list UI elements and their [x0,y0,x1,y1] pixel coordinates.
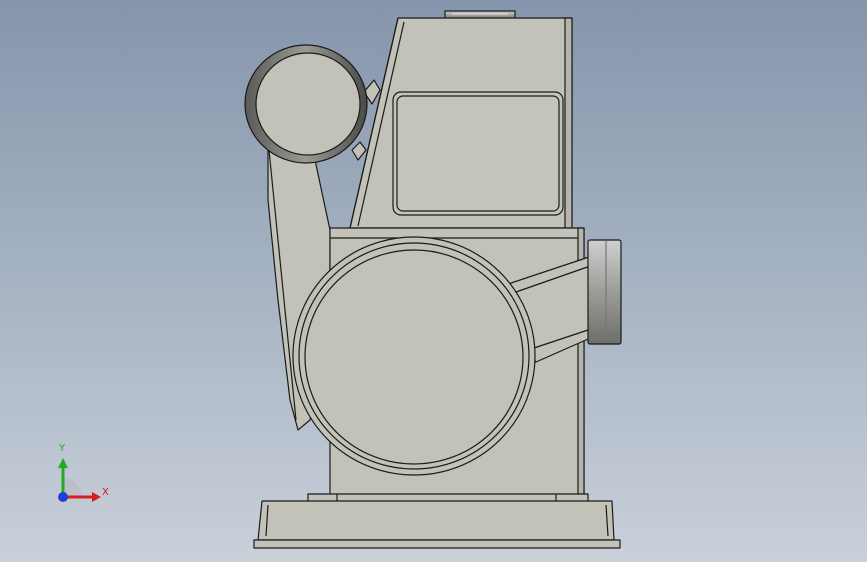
left-pipe-ring [244,44,368,164]
discharge-nozzle [587,239,622,345]
z-axis-dot [58,492,68,502]
x-axis-label: X [102,487,109,498]
base-frame [253,493,621,549]
upper-housing [349,17,573,229]
y-axis-label: Y [59,443,66,454]
access-panel [392,91,564,216]
coordinate-triad-icon [58,458,101,502]
pump-assembly-model[interactable] [0,0,867,562]
front-cover-flange [292,236,536,476]
cad-graphics-viewport[interactable]: Y X [0,0,867,562]
